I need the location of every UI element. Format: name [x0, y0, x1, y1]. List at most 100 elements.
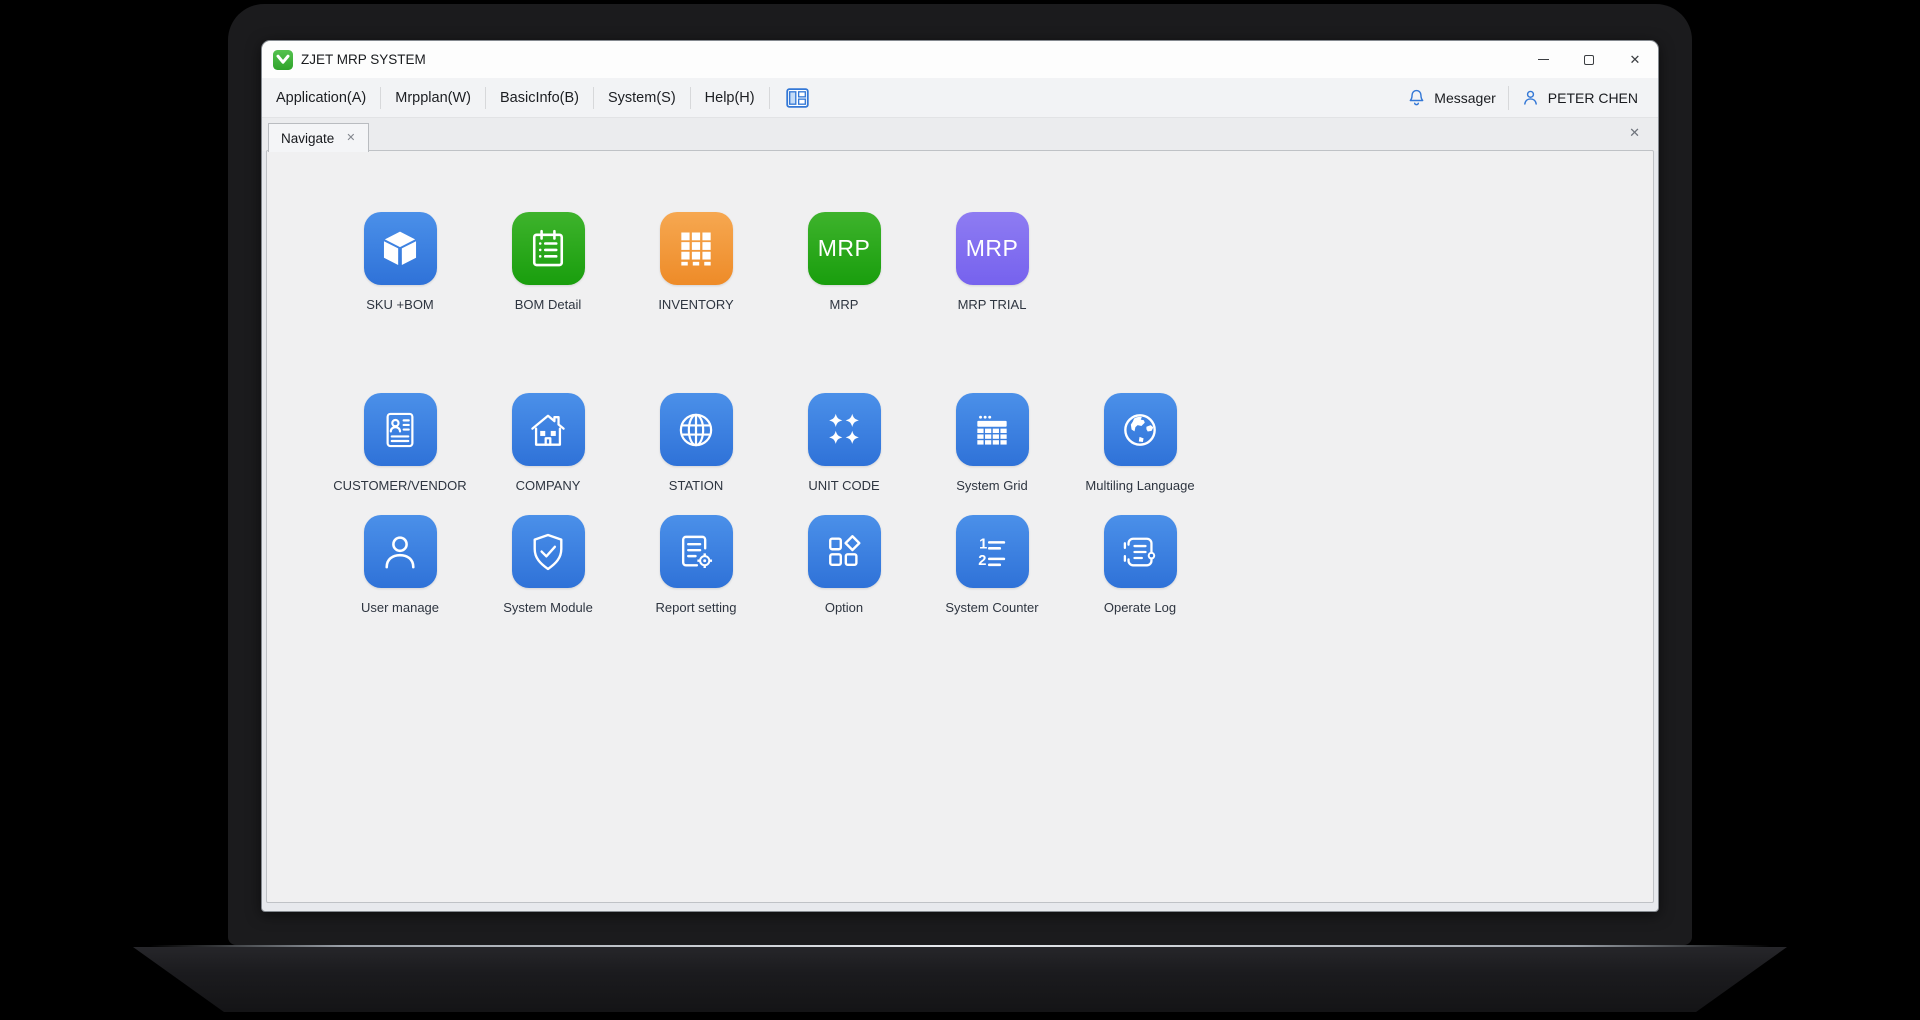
layout-panes-button[interactable] [780, 83, 816, 113]
launcher-item-label: Report setting [655, 600, 737, 615]
menu-item-basicinfo[interactable]: BasicInfo(B) [486, 78, 593, 117]
user-name: PETER CHEN [1547, 89, 1638, 106]
launcher-tile [511, 515, 585, 588]
launcher-item-label: System Module [503, 600, 593, 615]
launcher-item-bom-detail[interactable]: BOM Detail [474, 212, 622, 312]
launcher-row-2: CUSTOMER/VENDOR COMPANY STATION UNIT COD… [326, 393, 1214, 493]
launcher-item-unit-code[interactable]: UNIT CODE [770, 393, 918, 493]
menu-bar: Application(A) Mrpplan(W) BasicInfo(B) Syst… [262, 78, 1658, 118]
tab-navigate[interactable]: Navigate ✕ [268, 123, 369, 152]
launcher-item-station[interactable]: STATION [622, 393, 770, 493]
launcher-item-system-counter[interactable]: 12 System Counter [918, 515, 1066, 615]
menu-items: Application(A) Mrpplan(W) BasicInfo(B) Syst… [262, 78, 770, 117]
sparkles-icon [829, 413, 859, 444]
tab-label: Navigate [281, 130, 335, 146]
id-card-icon [386, 412, 414, 447]
launcher-item-customer-vendor[interactable]: CUSTOMER/VENDOR [326, 393, 474, 493]
launcher-item-label: User manage [360, 600, 440, 615]
tab-bar: Navigate ✕ ✕ [262, 118, 1658, 152]
launcher-item-label: System Counter [945, 600, 1039, 615]
menu-item-help[interactable]: Help(H) [691, 78, 769, 117]
launcher-tile [955, 393, 1029, 466]
maximize-icon [1584, 54, 1594, 65]
launcher-item-company[interactable]: COMPANY [474, 393, 622, 493]
launcher-item-label: UNIT CODE [808, 478, 880, 493]
user-icon [1523, 90, 1537, 105]
minimize-icon [1537, 58, 1549, 61]
launcher-item-label: INVENTORY [658, 297, 734, 312]
launcher-item-label: MRP TRIAL [957, 297, 1027, 312]
svg-text:2: 2 [978, 552, 986, 568]
launcher-tile [807, 393, 881, 466]
menu-item-mrpplan[interactable]: Mrpplan(W) [381, 78, 485, 117]
report-gear-icon [681, 535, 713, 568]
launcher-tile [363, 393, 437, 466]
launcher-item-inventory[interactable]: INVENTORY [622, 212, 770, 312]
shield-check-icon [533, 533, 563, 570]
launcher-tile: MRP [955, 212, 1029, 285]
launcher-tile [363, 515, 437, 588]
launcher-tile [659, 212, 733, 285]
launcher-item-mrp[interactable]: MRP MRP [770, 212, 918, 312]
cube-icon [383, 231, 417, 265]
launcher-tile [659, 393, 733, 466]
mrp-text-icon: MRP [965, 235, 1019, 261]
launcher-item-option[interactable]: Option [770, 515, 918, 615]
globe-grid-icon [679, 413, 713, 446]
user-button[interactable]: PETER CHEN [1509, 88, 1650, 107]
navigate-content-panel: SKU +BOM BOM Detail INVENTORY MRP MRP MRP MR… [266, 150, 1654, 903]
mrp-text-icon: MRP [817, 235, 871, 261]
menu-separator [768, 86, 770, 109]
launcher-tile [1103, 393, 1177, 466]
menu-right-cluster: Messager PETER CHEN [1395, 85, 1658, 110]
launcher-tile [807, 515, 881, 588]
laptop-base [133, 947, 1787, 1012]
shapes-icon [829, 534, 861, 566]
clipboard-list-icon [532, 229, 564, 266]
layout-panes-icon [786, 87, 809, 108]
launcher-item-label: SKU +BOM [366, 297, 434, 312]
messager-label: Messager [1434, 89, 1496, 106]
launcher-row-1: SKU +BOM BOM Detail INVENTORY MRP MRP MRP MR… [326, 212, 1066, 312]
close-button[interactable]: ✕ [1612, 41, 1658, 78]
launcher-item-label: COMPANY [515, 478, 581, 493]
launcher-tile [511, 393, 585, 466]
minimize-button[interactable] [1520, 41, 1566, 78]
svg-text:1: 1 [979, 536, 987, 552]
launcher-tile [363, 212, 437, 285]
maximize-button[interactable] [1566, 41, 1612, 78]
title-bar: ZJET MRP SYSTEM ✕ [262, 41, 1658, 78]
launcher-item-label: STATION [668, 478, 724, 493]
launcher-item-report-setting[interactable]: Report setting [622, 515, 770, 615]
window-controls: ✕ [1520, 41, 1658, 78]
table-icon [977, 415, 1007, 445]
launcher-item-label: BOM Detail [514, 297, 582, 312]
launcher-tile [659, 515, 733, 588]
tabbar-close-icon[interactable]: ✕ [1629, 126, 1640, 139]
menu-item-application[interactable]: Application(A) [262, 78, 380, 117]
launcher-item-multiling-language[interactable]: Multiling Language [1066, 393, 1214, 493]
launcher-item-operate-log[interactable]: Operate Log [1066, 515, 1214, 615]
launcher-item-sku-bom[interactable]: SKU +BOM [326, 212, 474, 312]
launcher-item-label: Option [824, 600, 864, 615]
messager-button[interactable]: Messager [1395, 88, 1507, 107]
launcher-item-user-manage[interactable]: User manage [326, 515, 474, 615]
launcher-item-label: MRP [829, 297, 859, 312]
numbered-list-icon: 12 [978, 536, 1006, 568]
bell-icon [1409, 89, 1424, 106]
launcher-tile [1103, 515, 1177, 588]
launcher-item-mrp-trial[interactable]: MRP MRP TRIAL [918, 212, 1066, 312]
app-window: ZJET MRP SYSTEM ✕ Application(A) Mrpplan(… [261, 40, 1659, 912]
person-icon [385, 535, 415, 568]
launcher-item-label: Operate Log [1103, 600, 1177, 615]
launcher-item-system-module[interactable]: System Module [474, 515, 622, 615]
menu-item-system[interactable]: System(S) [594, 78, 690, 117]
launcher-item-system-grid[interactable]: System Grid [918, 393, 1066, 493]
operate-log-icon [1123, 537, 1156, 566]
earth-icon [1124, 413, 1156, 446]
launcher-row-3: User manage System Module Report setting… [326, 515, 1214, 615]
house-icon [531, 414, 565, 446]
zjet-logo-icon [273, 49, 293, 70]
tab-close-icon[interactable]: ✕ [346, 132, 355, 144]
launcher-tile: 12 [955, 515, 1029, 588]
